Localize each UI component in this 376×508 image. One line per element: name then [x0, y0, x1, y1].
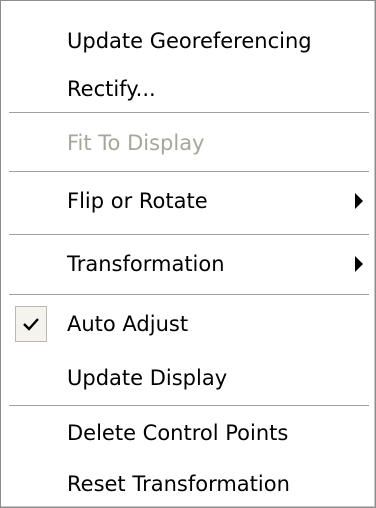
menu-item-rectify[interactable]: Rectify...: [1, 67, 375, 111]
menu-item-label: Transformation: [67, 252, 225, 276]
chevron-right-icon: [355, 193, 363, 209]
menu-separator: [9, 171, 369, 173]
menu-item-auto-adjust[interactable]: Auto Adjust: [1, 302, 375, 346]
menu-item-transformation[interactable]: Transformation: [1, 242, 375, 286]
menu-item-update-display[interactable]: Update Display: [1, 356, 375, 400]
menu-item-label: Update Georeferencing: [67, 29, 312, 53]
menu-separator: [9, 112, 369, 114]
checkmark-icon: [15, 306, 47, 342]
menu-separator: [9, 294, 369, 296]
menu-item-label: Update Display: [67, 366, 228, 390]
menu-separator: [9, 405, 369, 407]
menu-item-flip-or-rotate[interactable]: Flip or Rotate: [1, 179, 375, 223]
menu-separator: [9, 234, 369, 236]
menu-item-label: Auto Adjust: [67, 312, 189, 336]
menu-item-label: Delete Control Points: [67, 421, 289, 445]
menu-item-label: Flip or Rotate: [67, 189, 208, 213]
menu-item-fit-to-display: Fit To Display: [1, 121, 375, 165]
menu-item-delete-control-points[interactable]: Delete Control Points: [1, 411, 375, 455]
menu-item-update-georeferencing[interactable]: Update Georeferencing: [1, 19, 375, 63]
chevron-right-icon: [355, 256, 363, 272]
menu-item-label: Rectify...: [67, 77, 156, 101]
context-menu: Update Georeferencing Rectify... Fit To …: [0, 0, 376, 508]
menu-item-label: Fit To Display: [67, 131, 205, 155]
menu-item-label: Reset Transformation: [67, 472, 290, 496]
menu-item-reset-transformation[interactable]: Reset Transformation: [1, 462, 375, 506]
